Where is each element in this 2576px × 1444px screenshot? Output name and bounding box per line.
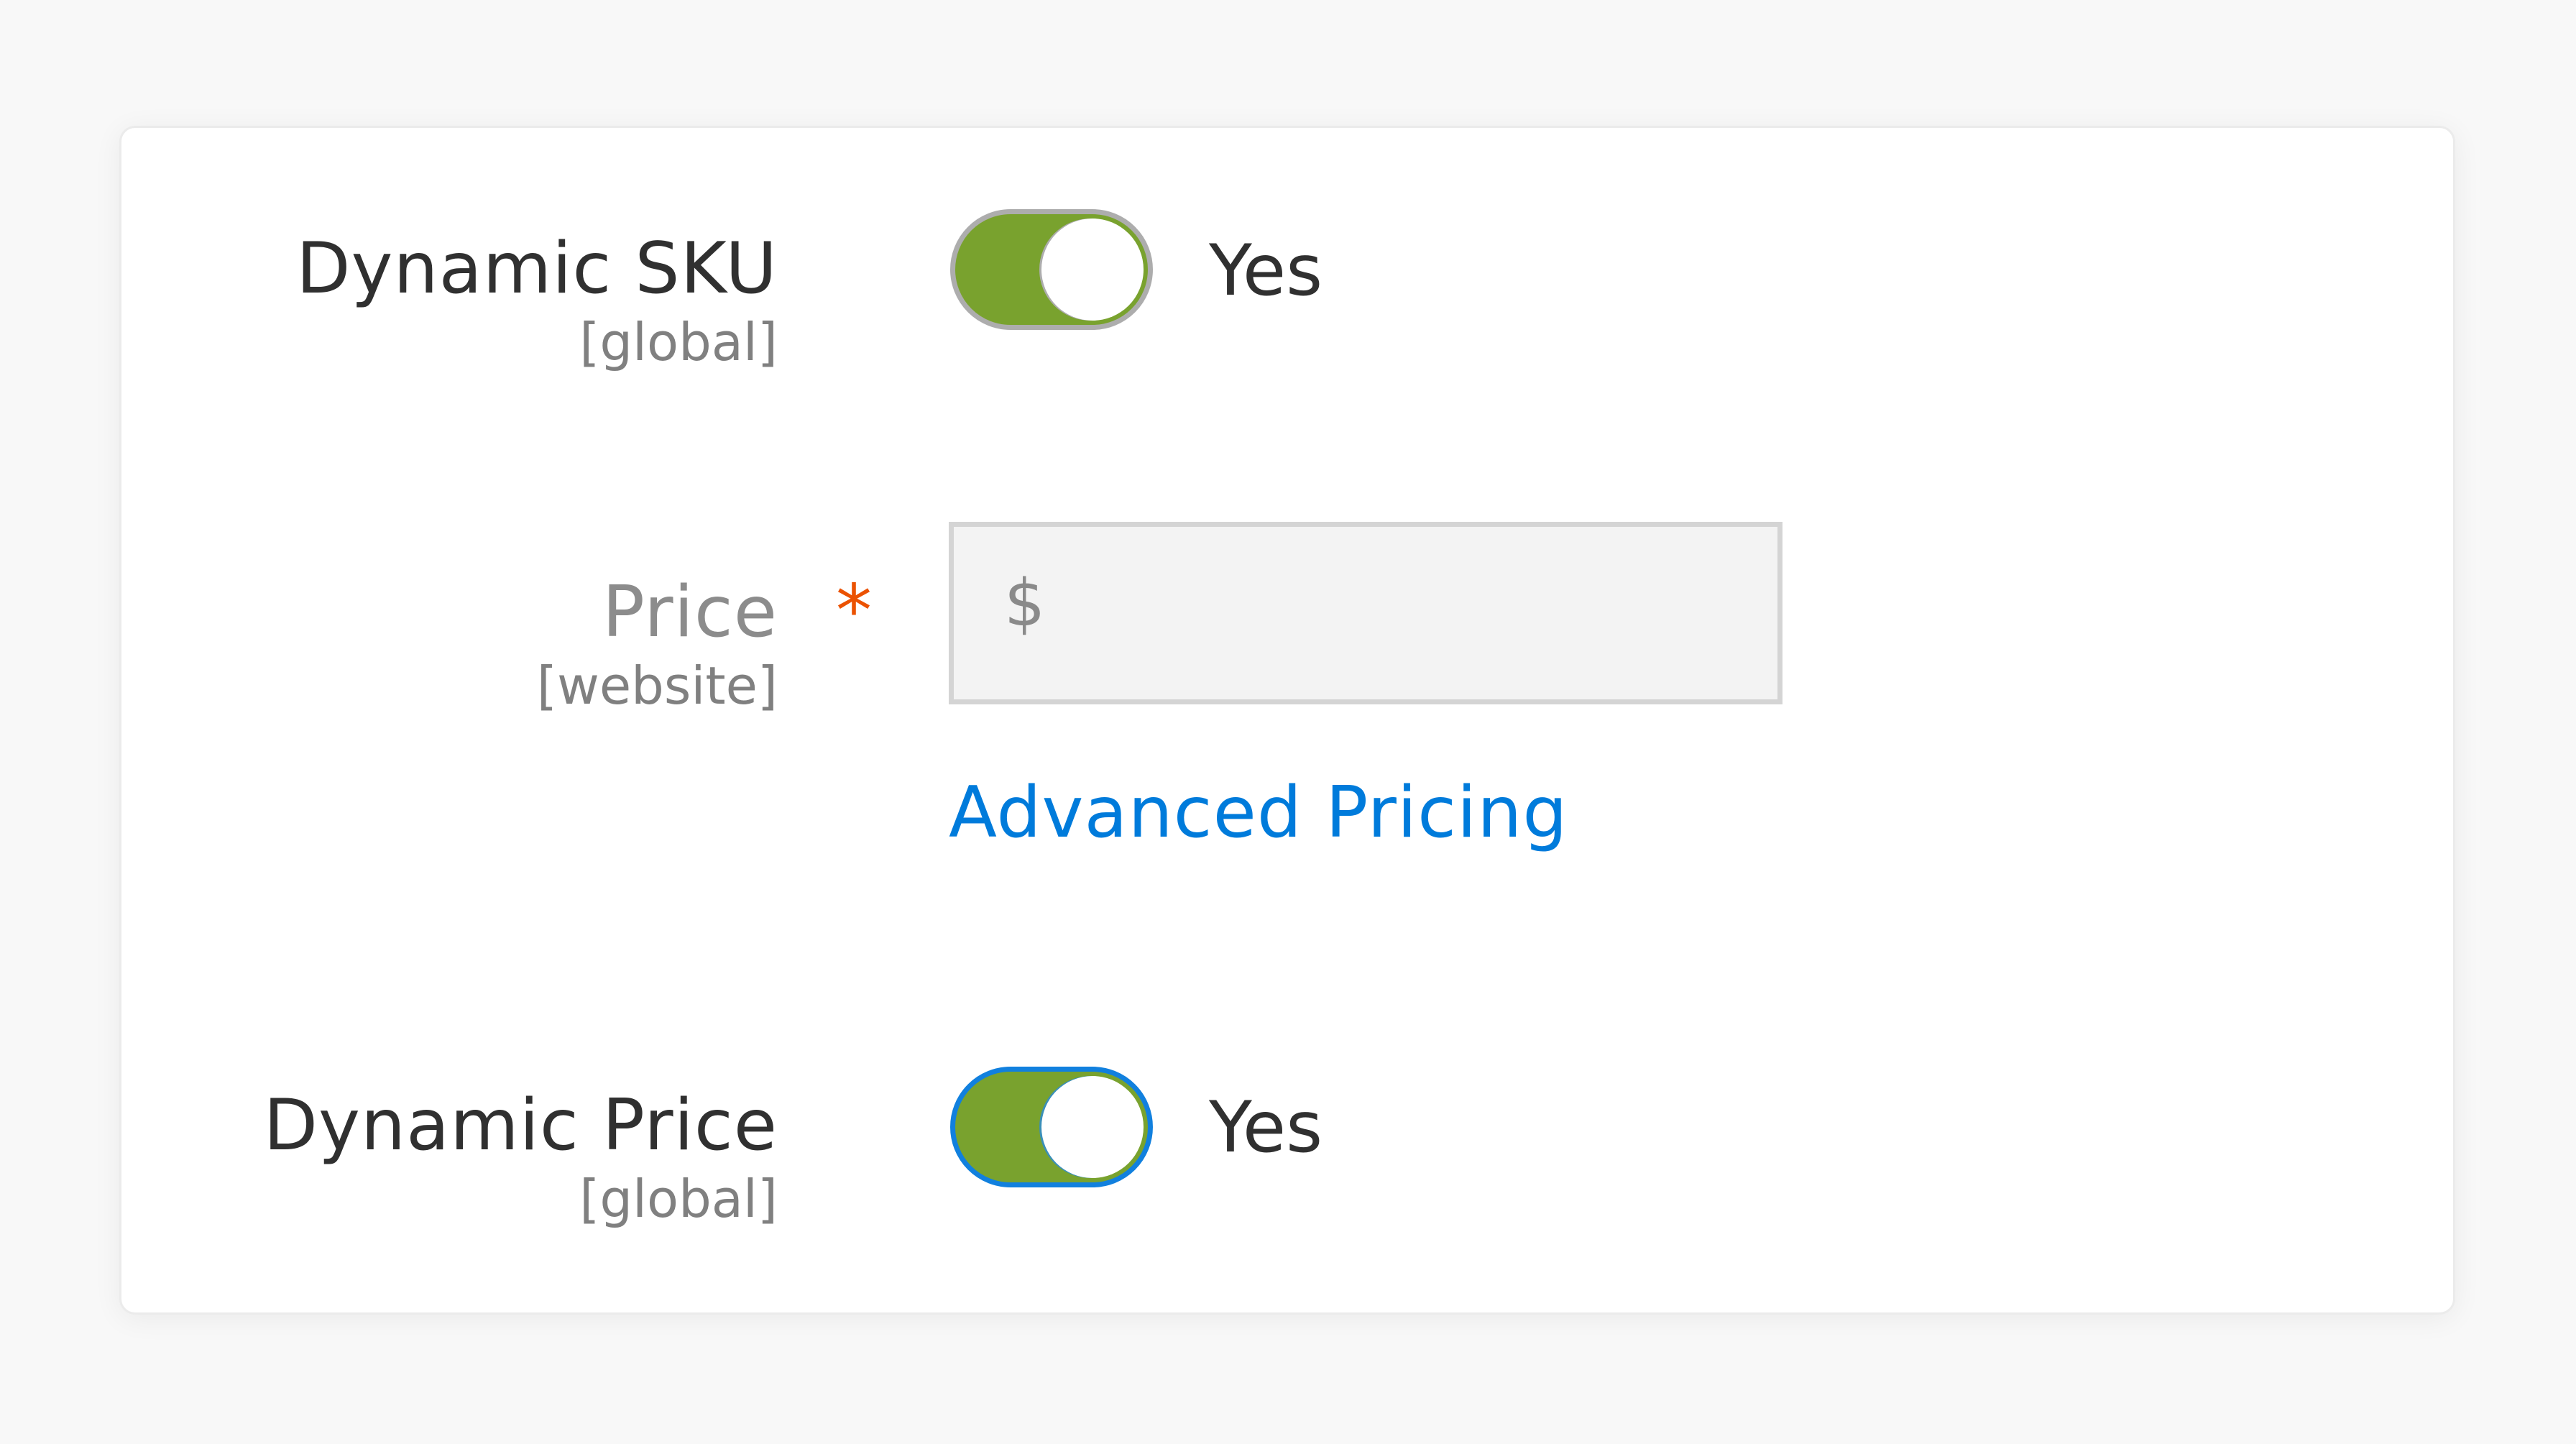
advanced-pricing-link[interactable]: Advanced Pricing	[949, 773, 1568, 854]
dynamic-sku-label-text: Dynamic SKU	[296, 228, 778, 310]
price-label-text: Price	[602, 571, 778, 653]
price-field[interactable]: $	[949, 522, 1782, 704]
dynamic-sku-label: Dynamic SKU [global]	[296, 229, 778, 373]
dynamic-price-value: Yes	[1209, 1087, 1323, 1169]
price-label: Price [website]	[537, 572, 778, 717]
dynamic-price-toggle[interactable]	[950, 1067, 1153, 1187]
toggle-knob	[1041, 219, 1144, 321]
dynamic-sku-value: Yes	[1209, 230, 1323, 312]
currency-symbol: $	[1004, 566, 1046, 641]
dynamic-sku-toggle[interactable]	[950, 209, 1153, 330]
dynamic-price-label: Dynamic Price [global]	[264, 1085, 778, 1230]
dynamic-sku-scope: [global]	[579, 311, 778, 372]
dynamic-price-label-text: Dynamic Price	[263, 1085, 778, 1167]
dynamic-price-scope: [global]	[579, 1168, 778, 1229]
price-input[interactable]	[1054, 527, 1777, 699]
price-scope: [website]	[536, 655, 778, 716]
toggle-knob	[1041, 1076, 1144, 1178]
required-asterisk-icon: *	[836, 569, 872, 653]
